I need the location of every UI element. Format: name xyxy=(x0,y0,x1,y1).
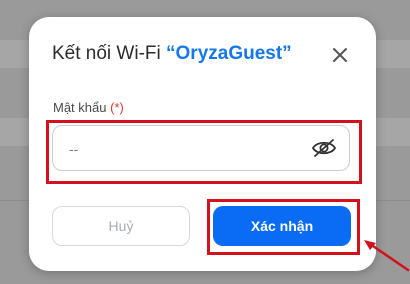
required-mark: (*) xyxy=(110,100,124,115)
password-label: Mật khẩu (*) xyxy=(53,100,124,115)
dialog-title-prefix: Kết nối Wi-Fi xyxy=(52,43,167,64)
pointer-arrow-icon xyxy=(364,240,410,272)
password-label-text: Mật khẩu xyxy=(53,100,107,115)
wifi-ssid: “OryzaGuest” xyxy=(166,43,292,64)
close-button[interactable] xyxy=(329,44,351,66)
close-icon xyxy=(333,48,347,62)
confirm-highlight-box xyxy=(207,199,360,255)
dialog-title: Kết nối Wi-Fi “OryzaGuest” xyxy=(52,43,292,65)
cancel-button[interactable]: Huỷ xyxy=(52,206,190,246)
password-highlight-box xyxy=(46,120,362,184)
